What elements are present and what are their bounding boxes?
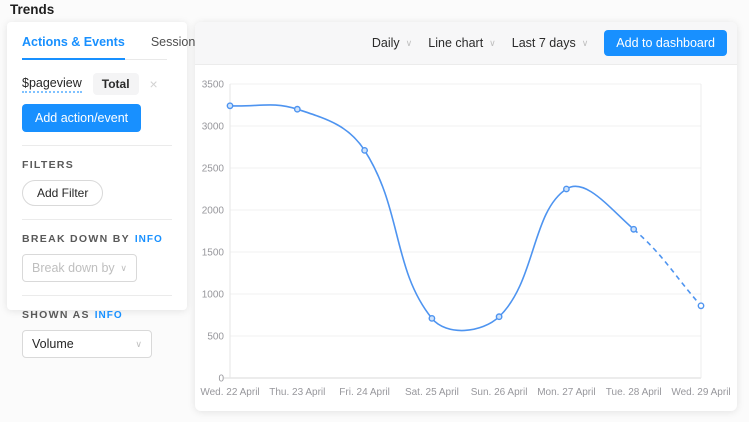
x-axis-tick-label: Fri. 24 April	[339, 387, 390, 398]
data-point-marker[interactable]	[429, 316, 434, 321]
trend-line-chart: 0 500 1000 1500 2000 2500 3000 3500 Wed. 22 Apri…	[195, 66, 737, 411]
trends-config-panel: Actions & Events Sessions $pageview Tota…	[7, 22, 187, 310]
shown-as-select[interactable]: Volume ∨	[22, 330, 152, 358]
breakdown-label: BREAK DOWN BY INFO	[22, 233, 172, 245]
data-point-marker[interactable]	[631, 227, 636, 232]
breakdown-placeholder: Break down by	[32, 261, 115, 275]
interval-dropdown-value: Daily	[372, 36, 400, 50]
breakdown-select[interactable]: Break down by ∨	[22, 254, 137, 282]
y-axis-tick-label: 500	[207, 332, 224, 343]
x-axis-tick-label: Thu. 23 April	[269, 387, 325, 398]
shown-as-label-text: SHOWN AS	[22, 309, 90, 321]
breakdown-label-text: BREAK DOWN BY	[22, 233, 130, 245]
x-axis-tick-label: Sun. 26 April	[471, 387, 528, 398]
math-type-chip[interactable]: Total	[93, 73, 139, 95]
x-axis-tick-label: Tue. 28 April	[606, 387, 662, 398]
chart-type-dropdown-value: Line chart	[428, 36, 483, 50]
chevron-down-icon: ∨	[582, 38, 589, 49]
x-axis-tick-label: Wed. 29 April	[671, 387, 730, 398]
shown-as-label: SHOWN AS INFO	[22, 309, 172, 321]
add-to-dashboard-button[interactable]: Add to dashboard	[604, 30, 727, 56]
divider	[22, 145, 172, 146]
tab-actions-events[interactable]: Actions & Events	[22, 35, 125, 60]
y-axis-tick-label: 3000	[202, 122, 225, 133]
divider	[22, 219, 172, 220]
chart-type-dropdown[interactable]: Line chart ∨	[428, 36, 496, 50]
chevron-down-icon: ∨	[120, 263, 127, 274]
event-row: $pageview Total ×	[22, 73, 172, 95]
date-range-dropdown[interactable]: Last 7 days ∨	[512, 36, 589, 50]
breakdown-info-link[interactable]: INFO	[135, 234, 163, 245]
y-axis-tick-label: 2000	[202, 206, 225, 217]
data-point-marker[interactable]	[564, 186, 569, 191]
chevron-down-icon: ∨	[489, 38, 496, 49]
add-action-event-button[interactable]: Add action/event	[22, 104, 141, 132]
filters-label: FILTERS	[22, 159, 172, 171]
x-axis-tick-label: Mon. 27 April	[537, 387, 595, 398]
data-point-marker[interactable]	[227, 103, 232, 108]
panel-tabs: Actions & Events Sessions	[22, 22, 167, 60]
data-point-marker[interactable]	[362, 148, 367, 153]
data-point-marker[interactable]	[698, 303, 703, 308]
y-axis-tick-label: 3500	[202, 80, 225, 91]
chevron-down-icon: ∨	[406, 38, 413, 49]
y-axis-tick-label: 1500	[202, 248, 225, 259]
x-axis-tick-label: Sat. 25 April	[405, 387, 459, 398]
data-point-marker[interactable]	[295, 107, 300, 112]
close-icon[interactable]: ×	[150, 77, 158, 91]
chevron-down-icon: ∨	[135, 339, 142, 350]
interval-dropdown[interactable]: Daily ∨	[372, 36, 412, 50]
trends-chart-card: Daily ∨ Line chart ∨ Last 7 days ∨ Add t…	[195, 22, 737, 411]
event-name[interactable]: $pageview	[22, 76, 82, 93]
shown-as-info-link[interactable]: INFO	[95, 310, 123, 321]
divider	[22, 295, 172, 296]
date-range-dropdown-value: Last 7 days	[512, 36, 576, 50]
data-point-marker[interactable]	[496, 314, 501, 319]
shown-as-value: Volume	[32, 337, 74, 351]
y-axis-tick-label: 1000	[202, 290, 225, 301]
add-filter-button[interactable]: Add Filter	[22, 180, 103, 206]
tab-sessions[interactable]: Sessions	[151, 35, 202, 59]
x-axis-tick-label: Wed. 22 April	[200, 387, 259, 398]
y-axis-tick-label: 2500	[202, 164, 225, 175]
chart-toolbar: Daily ∨ Line chart ∨ Last 7 days ∨ Add t…	[195, 22, 737, 65]
y-axis-tick-label: 0	[218, 374, 224, 385]
trend-line-solid	[230, 105, 634, 331]
page-title: Trends	[10, 2, 54, 17]
